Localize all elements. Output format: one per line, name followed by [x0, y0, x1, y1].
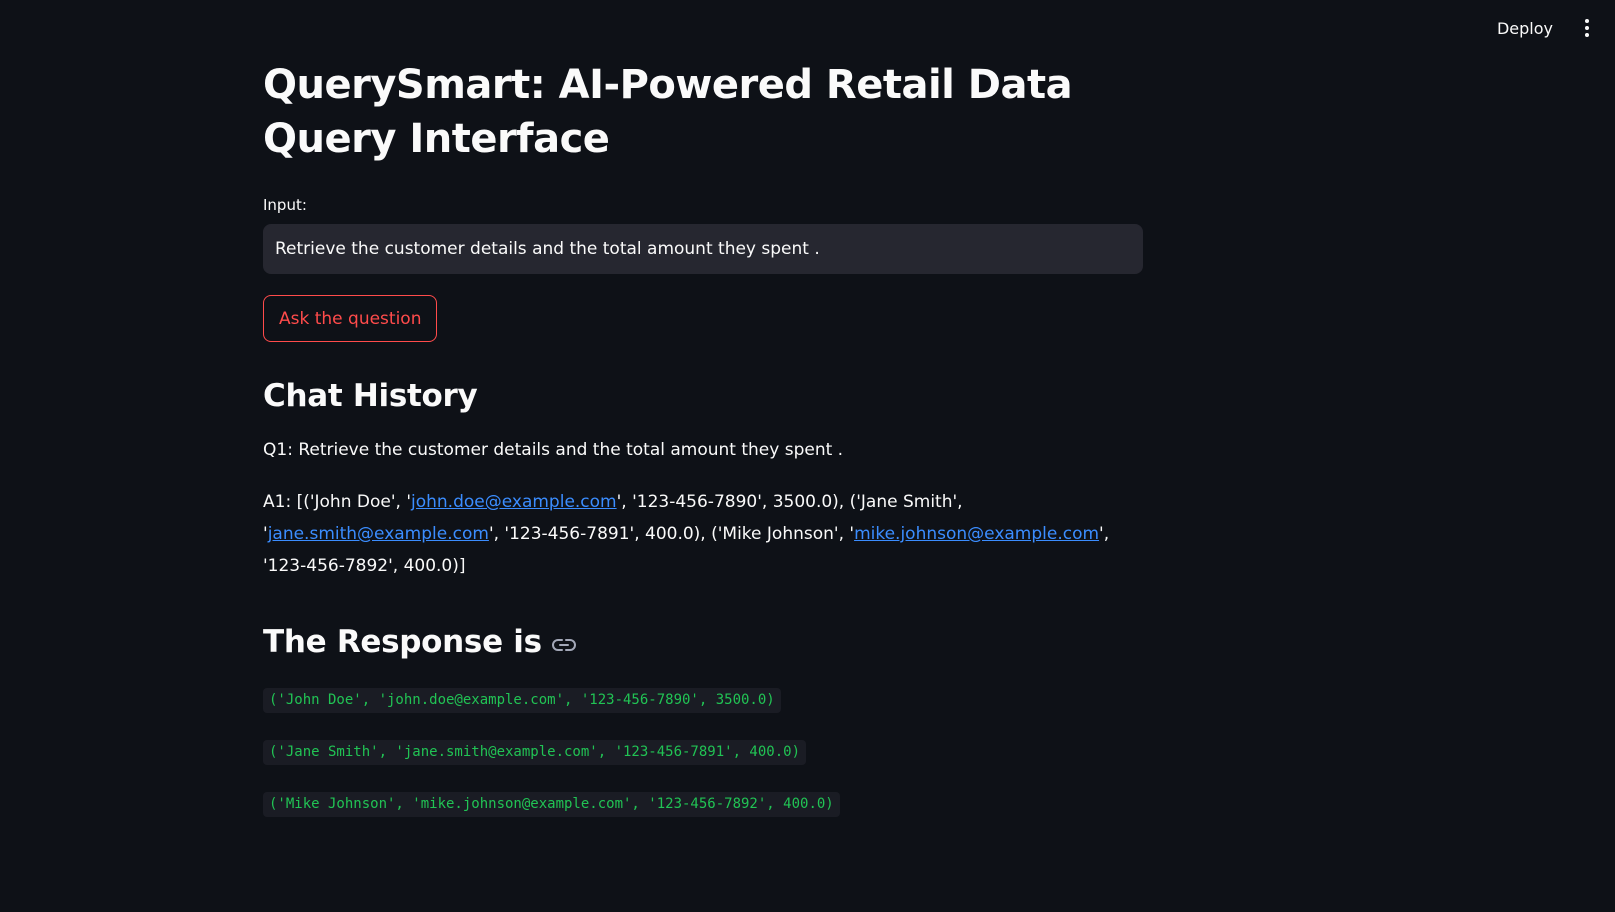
question-input[interactable]	[263, 224, 1143, 274]
main-content: QuerySmart: AI-Powered Retail Data Query…	[263, 58, 1143, 817]
chat-history-heading: Chat History	[263, 378, 478, 414]
chat-answer: A1: [('John Doe', 'john.doe@example.com '…	[263, 486, 1143, 582]
ask-question-button[interactable]: Ask the question	[263, 295, 438, 342]
input-label: Input:	[263, 196, 307, 214]
response-row-container: ('John Doe', 'john.doe@example.com', '12…	[263, 688, 1143, 713]
app-root: Deploy QuerySmart: AI-Powered Retail Dat…	[0, 0, 1615, 912]
response-heading: The Response is	[263, 622, 1143, 662]
email-link-john[interactable]: john.doe@example.com	[411, 492, 617, 512]
link-icon[interactable]	[551, 638, 576, 652]
menu-dot	[1585, 26, 1589, 30]
answer-text: A1: [('John Doe', '	[263, 492, 411, 512]
page-title: QuerySmart: AI-Powered Retail Data Query…	[263, 62, 1073, 162]
response-row-container: ('Mike Johnson', 'mike.johnson@example.c…	[263, 792, 1143, 817]
kebab-menu-icon[interactable]	[1577, 14, 1597, 42]
response-row: ('Mike Johnson', 'mike.johnson@example.c…	[263, 792, 840, 817]
top-toolbar: Deploy	[1487, 0, 1615, 56]
response-row: ('Jane Smith', 'jane.smith@example.com',…	[263, 740, 807, 765]
email-link-mike[interactable]: mike.johnson@example.com	[854, 524, 1099, 544]
response-heading-text: The Response is	[263, 624, 542, 660]
menu-dot	[1585, 33, 1589, 37]
chat-question: Q1: Retrieve the customer details and th…	[263, 440, 844, 460]
deploy-button[interactable]: Deploy	[1487, 13, 1563, 44]
menu-dot	[1585, 19, 1589, 23]
response-row-container: ('Jane Smith', 'jane.smith@example.com',…	[263, 740, 1143, 765]
answer-text: ', '123-456-7891', 400.0), ('Mike Johnso…	[488, 524, 855, 544]
email-link-jane[interactable]: jane.smith@example.com	[268, 524, 489, 544]
response-row: ('John Doe', 'john.doe@example.com', '12…	[263, 688, 781, 713]
